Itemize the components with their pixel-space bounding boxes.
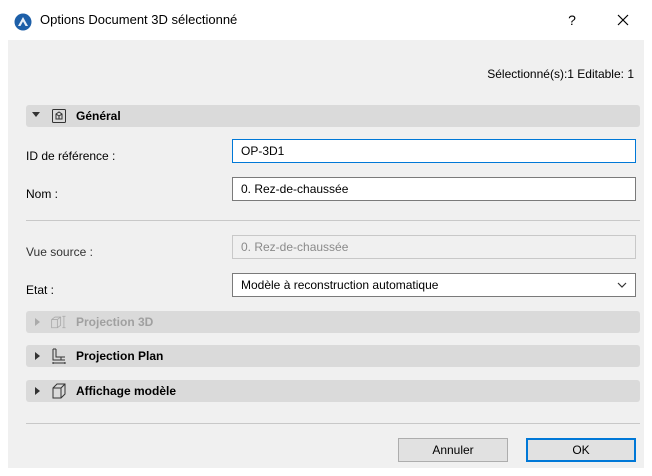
section-projection-3d-label: Projection 3D [76, 315, 154, 329]
title-bar: Options Document 3D sélectionné ? [0, 0, 652, 40]
section-model-display-label: Affichage modèle [76, 384, 177, 398]
source-view-label: Vue source : [26, 245, 93, 259]
cancel-button[interactable]: Annuler [398, 438, 508, 462]
model-display-cube-icon [52, 383, 66, 399]
section-projection-plan-label: Projection Plan [76, 349, 164, 363]
help-button[interactable]: ? [560, 9, 584, 31]
archicad-app-icon [14, 13, 32, 31]
dialog-body: Sélectionné(s):1 Editable: 1 Général ID … [8, 40, 644, 468]
close-icon[interactable] [608, 8, 638, 32]
state-select-value: Modèle à reconstruction automatique [241, 278, 439, 292]
state-select[interactable]: Modèle à reconstruction automatique [232, 273, 636, 297]
section-general-header[interactable]: Général [26, 105, 640, 127]
window-title: Options Document 3D sélectionné [40, 12, 238, 27]
collapse-triangle-icon[interactable] [32, 112, 40, 117]
expand-triangle-icon[interactable] [35, 352, 40, 360]
section-general-label: Général [76, 109, 121, 123]
projection-3d-icon [51, 315, 66, 329]
expand-triangle-icon [35, 318, 40, 326]
section-projection-3d-header: Projection 3D [26, 311, 640, 333]
ref-id-label: ID de référence : [26, 149, 116, 163]
divider [26, 423, 640, 424]
section-projection-plan-header[interactable]: Projection Plan [26, 345, 640, 367]
name-input[interactable]: 0. Rez-de-chaussée [232, 177, 636, 201]
source-view-input: 0. Rez-de-chaussée [232, 235, 636, 259]
state-label: Etat : [26, 283, 55, 297]
ref-id-input[interactable]: OP-3D1 [232, 139, 636, 163]
selection-info: Sélectionné(s):1 Editable: 1 [487, 67, 634, 81]
expand-triangle-icon[interactable] [35, 387, 40, 395]
chevron-down-icon [617, 282, 627, 288]
projection-plan-icon [52, 348, 66, 364]
divider [26, 220, 640, 221]
ok-button[interactable]: OK [526, 438, 636, 462]
section-model-display-header[interactable]: Affichage modèle [26, 380, 640, 402]
general-settings-icon [52, 109, 66, 123]
name-label: Nom : [26, 187, 59, 201]
